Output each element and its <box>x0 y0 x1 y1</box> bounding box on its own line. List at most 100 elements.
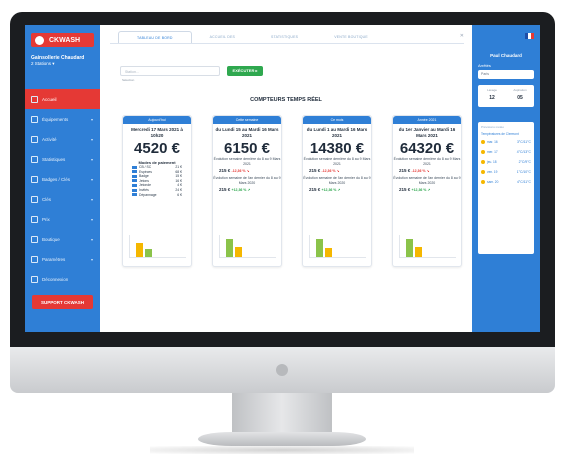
count-lavage: Lavage 12 <box>478 88 506 101</box>
sidebar-item-label: Clés <box>42 196 52 202</box>
tab-divider <box>110 43 464 44</box>
sidebar-item-label: Badges / Clés <box>42 176 71 182</box>
mini-chart <box>219 235 276 258</box>
equipment-icon <box>31 115 38 123</box>
sidebar-item-9[interactable]: Déconnexion <box>25 269 100 289</box>
payment-label: Dépannage <box>132 193 157 198</box>
weather-day: jeu. 18 <box>487 160 497 164</box>
payment-type-icon <box>132 165 137 169</box>
sidebar-item-0[interactable]: Accueil <box>25 89 100 109</box>
payment-row: Dépannage 6 € <box>123 193 191 198</box>
sun-icon <box>481 180 485 184</box>
sidebar-item-label: Accueil <box>42 96 57 102</box>
close-icon[interactable]: ✕ <box>460 33 464 39</box>
sidebar-item-4[interactable]: Badges / Clés ▾ <box>25 169 100 189</box>
weather-row: mer. 17 4°C/13°C <box>478 148 534 156</box>
stat-row: 215 € -12,36 % ↘ <box>213 168 281 173</box>
card-today: Aujourd'hui Mercredi 17 Mars 2021 à 10h2… <box>122 115 192 267</box>
city-select[interactable]: Paris <box>478 70 534 79</box>
tab-vente-boutique[interactable]: VENTE BOUTIQUE <box>316 31 386 43</box>
weather-row: jeu. 18 2°C/9°C <box>478 158 534 166</box>
stat-value: 215 € <box>399 168 411 173</box>
payment-label-text: Espèces <box>139 169 153 174</box>
count-aspiration: Aspiration 05 <box>506 88 534 101</box>
app-logo[interactable]: CKWASH <box>31 33 94 47</box>
stat-value: 215 € <box>309 168 321 173</box>
weather-row: mar. 16 3°C/11°C <box>478 138 534 146</box>
weather-subtitle: Températures de Clermont <box>481 132 519 136</box>
payment-type-icon <box>132 174 137 178</box>
sidebar-item-3[interactable]: Statistiques ▾ <box>25 149 100 169</box>
account-block[interactable]: Gainsollerie Chaudard 2 Stations ▾ <box>31 55 96 67</box>
evolution-last-week: Évolution semaine dernière du 8 au 9 Mar… <box>303 157 371 166</box>
chart-bar <box>136 243 143 257</box>
sidebar-item-label: Prix <box>42 216 50 222</box>
sidebar-item-label: Boutique <box>42 236 60 242</box>
badge-icon <box>31 175 38 183</box>
stat-negative: -12,36 % ↘ <box>231 169 250 173</box>
chevron-down-icon: ▾ <box>90 137 93 142</box>
weather-temp: 2°C/9°C <box>518 160 531 164</box>
weather-day: mar. 16 <box>487 140 498 144</box>
stat-negative: -12,36 % ↘ <box>321 169 340 173</box>
station-select-sub: Sélection <box>122 78 135 82</box>
stat-row: 215 € +12,36 % ↗ <box>393 187 461 192</box>
execute-button[interactable]: EXÉCUTER ▸ <box>227 66 263 76</box>
weather-temp: 1°C/10°C <box>516 170 531 174</box>
sun-icon <box>481 160 485 164</box>
stat-row: 215 € -12,36 % ↘ <box>393 168 461 173</box>
count-label: Aspiration <box>513 88 527 92</box>
sidebar-item-5[interactable]: Clés ▾ <box>25 189 100 209</box>
chart-bar <box>316 239 323 257</box>
chevron-down-icon: ▾ <box>90 217 93 222</box>
card-header: Année 2021 <box>393 116 461 124</box>
sidebar-nav: Accueil Équipements ▾ Activité ▾ Statistiques… <box>25 89 100 289</box>
payment-type-icon <box>132 188 137 192</box>
payment-value: 6 € <box>177 192 182 197</box>
sidebar-item-7[interactable]: Boutique ▾ <box>25 229 100 249</box>
payment-label-text: Invités <box>139 187 149 192</box>
tab-dashboard[interactable]: TABLEAU DE BORD <box>118 31 192 43</box>
payment-label-text: Badge <box>139 174 149 179</box>
monitor-foot <box>198 432 366 446</box>
weather-row: ven. 19 1°C/10°C <box>478 168 534 176</box>
french-flag-icon[interactable] <box>525 33 534 39</box>
key-icon <box>31 195 38 203</box>
chart-bar <box>406 239 413 257</box>
card-amount: 14380 € <box>309 140 365 157</box>
station-select[interactable]: Station… <box>120 66 220 76</box>
evolution-last-week: Évolution semaine dernière du 8 au 9 Mar… <box>393 157 461 166</box>
stat-row: 215 € +12,36 % ↗ <box>303 187 371 192</box>
logo-icon <box>35 35 44 45</box>
card-week: Cette semaine du Lundi 15 au Mardi 16 Ma… <box>212 115 282 267</box>
payment-type-icon <box>132 183 137 187</box>
card-date: Mercredi 17 Mars 2021 à 10h20 <box>131 127 183 138</box>
tab-accueil[interactable]: ACCUEIL DES <box>192 31 253 43</box>
weather-day: sam. 20 <box>487 180 499 184</box>
logo-text: CKWASH <box>49 36 81 44</box>
chart-bar <box>145 249 152 257</box>
settings-icon <box>31 255 38 263</box>
sidebar-item-6[interactable]: Prix ▾ <box>25 209 100 229</box>
card-amount: 64320 € <box>399 140 455 157</box>
card-month: Ce mois du Lundi 1 au Mardi 16 Mars 2021… <box>302 115 372 267</box>
mini-chart <box>399 235 456 258</box>
stat-negative: -12,36 % ↘ <box>411 169 430 173</box>
sidebar-item-label: Statistiques <box>42 156 66 162</box>
sidebar-item-1[interactable]: Équipements ▾ <box>25 109 100 129</box>
weather-temp: 4°C/11°C <box>517 180 531 184</box>
weather-day: mer. 17 <box>487 150 498 154</box>
weather-temp: 4°C/13°C <box>516 150 531 154</box>
screen: CKWASH Gainsollerie Chaudard 2 Stations … <box>25 25 540 332</box>
payment-type-icon <box>132 193 137 197</box>
stat-value: 215 € <box>399 187 411 192</box>
card-date: du Lundi 15 au Mardi 16 Mars 2021 <box>215 127 279 138</box>
sidebar-item-2[interactable]: Activité ▾ <box>25 129 100 149</box>
card-amount: 4520 € <box>134 140 180 157</box>
card-amount: 6150 € <box>224 140 270 157</box>
tab-statistiques[interactable]: STATISTIQUES <box>253 31 316 43</box>
support-button[interactable]: SUPPORT CKWASH <box>32 295 93 309</box>
home-icon <box>31 95 38 103</box>
sidebar-item-8[interactable]: Paramètres ▾ <box>25 249 100 269</box>
evolution-last-year: Évolution semaine de l'an dernier du 8 a… <box>393 176 461 185</box>
